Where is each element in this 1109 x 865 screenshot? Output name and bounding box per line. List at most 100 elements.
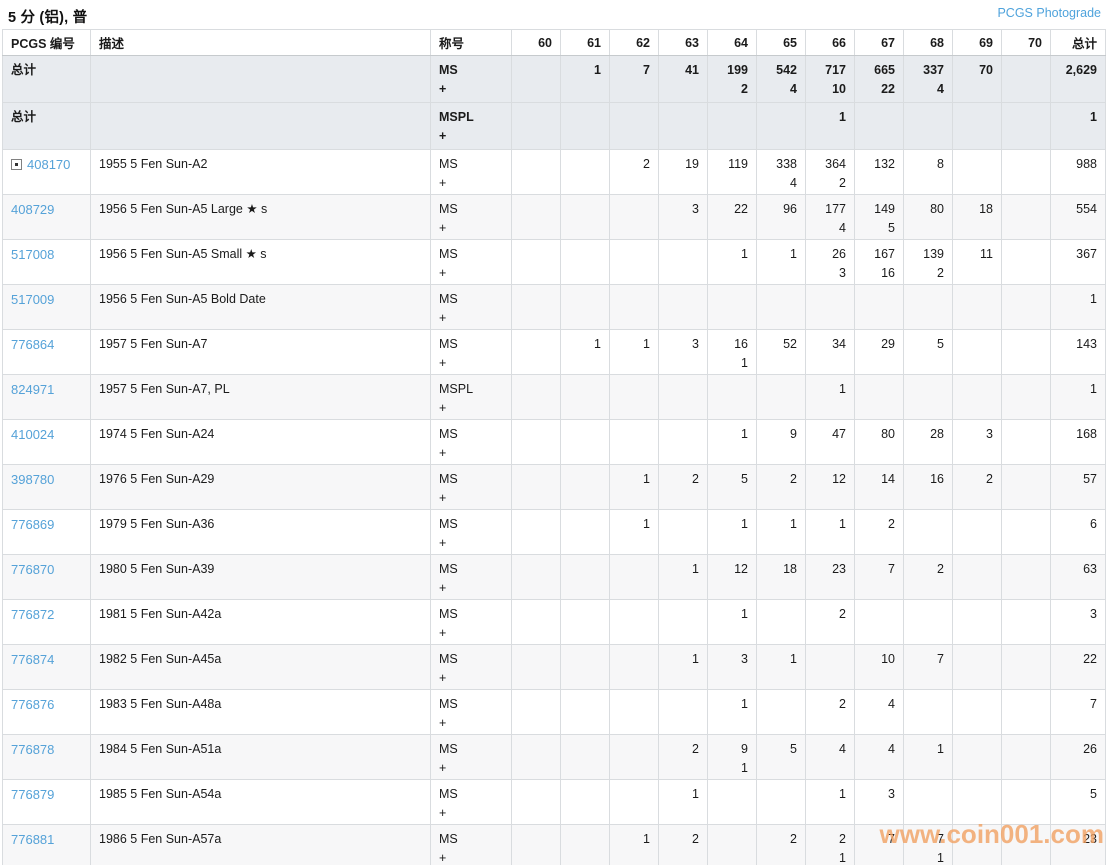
grade-cell-68: 16 — [904, 465, 953, 510]
grade-plus-count: 2 — [716, 80, 748, 99]
column-header-total: 总计 — [1051, 30, 1106, 56]
grade-cell-67: 16716 — [855, 240, 904, 285]
description-cell: 1957 5 Fen Sun-A7, PL — [91, 375, 431, 420]
pcgs-number-cell: 410024 — [3, 420, 91, 465]
designation-cell: MS+ — [431, 600, 512, 645]
description-cell: 1979 5 Fen Sun-A36 — [91, 510, 431, 555]
description-cell: 1955 5 Fen Sun-A2 — [91, 150, 431, 195]
grade-cell-67: 29 — [855, 330, 904, 375]
summary-row: 总计MSPL+11 — [3, 103, 1106, 150]
grade-plus-count: 22 — [863, 80, 895, 99]
pcgs-number-cell: 776864 — [3, 330, 91, 375]
grade-cell-65: 5424 — [757, 56, 806, 103]
table-header-row: PCGS 编号描述称号6061626364656667686970总计 — [3, 30, 1106, 56]
grade-cell-62 — [610, 285, 659, 330]
grade-cell-68: 28 — [904, 420, 953, 465]
pcgs-number-link[interactable]: 410024 — [11, 427, 54, 442]
grade-cell-63 — [659, 375, 708, 420]
grade-cell-65 — [757, 600, 806, 645]
grade-cell-70 — [1002, 420, 1051, 465]
grade-cell-64 — [708, 103, 757, 150]
grade-cell-70 — [1002, 150, 1051, 195]
grade-cell-68: 1 — [904, 735, 953, 780]
pcgs-number-link[interactable]: 776878 — [11, 742, 54, 757]
grade-cell-68 — [904, 600, 953, 645]
grade-cell-61: 1 — [561, 56, 610, 103]
pcgs-number-link[interactable]: 517008 — [11, 247, 54, 262]
description-cell — [91, 56, 431, 103]
pcgs-number-link[interactable]: 517009 — [11, 292, 54, 307]
grade-cell-66: 71710 — [806, 56, 855, 103]
grade-cell-68 — [904, 285, 953, 330]
grade-plus-count: 1 — [912, 849, 944, 865]
grade-cell-63: 1 — [659, 555, 708, 600]
grade-cell-70 — [1002, 465, 1051, 510]
grade-cell-62 — [610, 735, 659, 780]
description-cell: 1956 5 Fen Sun-A5 Bold Date — [91, 285, 431, 330]
description-cell — [91, 103, 431, 150]
grade-cell-62: 1 — [610, 510, 659, 555]
grade-plus-count: 10 — [814, 80, 846, 99]
grade-cell-67: 10 — [855, 645, 904, 690]
designation-cell: MS+ — [431, 420, 512, 465]
grade-cell-65: 18 — [757, 555, 806, 600]
description-cell: 1985 5 Fen Sun-A54a — [91, 780, 431, 825]
total-cell: 63 — [1051, 555, 1106, 600]
pcgs-number-link[interactable]: 824971 — [11, 382, 54, 397]
description-cell: 1986 5 Fen Sun-A57a — [91, 825, 431, 865]
grade-cell-65 — [757, 103, 806, 150]
grade-cell-67: 80 — [855, 420, 904, 465]
page-title: 5 分 (铝), 普 — [8, 6, 87, 27]
grade-cell-69 — [953, 150, 1002, 195]
grade-cell-63 — [659, 240, 708, 285]
designation-cell: MS+ — [431, 690, 512, 735]
grade-cell-60 — [512, 285, 561, 330]
pcgs-number-cell: 776872 — [3, 600, 91, 645]
pcgs-number-link[interactable]: 776881 — [11, 832, 54, 847]
grade-cell-61 — [561, 375, 610, 420]
grade-cell-69 — [953, 645, 1002, 690]
pcgs-number-link[interactable]: 776870 — [11, 562, 54, 577]
grade-cell-66: 47 — [806, 420, 855, 465]
grade-cell-66: 12 — [806, 465, 855, 510]
pcgs-number-link[interactable]: 776872 — [11, 607, 54, 622]
pcgs-number-cell: 776876 — [3, 690, 91, 735]
pcgs-number-link[interactable]: 408729 — [11, 202, 54, 217]
column-header-65: 65 — [757, 30, 806, 56]
pcgs-number-link[interactable]: 776869 — [11, 517, 54, 532]
table-row: 7768741982 5 Fen Sun-A45aMS+13110722 — [3, 645, 1106, 690]
grade-cell-65: 3384 — [757, 150, 806, 195]
designation-cell: MSPL+ — [431, 103, 512, 150]
pcgs-number-cell: 776869 — [3, 510, 91, 555]
grade-plus-count: 4 — [912, 80, 944, 99]
pcgs-photograde-link[interactable]: PCGS Photograde — [997, 6, 1101, 20]
grade-cell-70 — [1002, 103, 1051, 150]
total-cell: 7 — [1051, 690, 1106, 735]
pcgs-number-link[interactable]: 776874 — [11, 652, 54, 667]
grade-cell-63: 1 — [659, 645, 708, 690]
grade-cell-60 — [512, 465, 561, 510]
pcgs-number-link[interactable]: 776876 — [11, 697, 54, 712]
grade-cell-64: 1 — [708, 510, 757, 555]
grade-cell-69 — [953, 735, 1002, 780]
grade-cell-67: 4 — [855, 690, 904, 735]
grade-cell-60 — [512, 825, 561, 865]
grade-cell-62 — [610, 780, 659, 825]
pcgs-number-link[interactable]: 776864 — [11, 337, 54, 352]
grade-cell-65 — [757, 690, 806, 735]
grade-cell-70 — [1002, 240, 1051, 285]
description-cell: 1984 5 Fen Sun-A51a — [91, 735, 431, 780]
grade-cell-68: 2 — [904, 555, 953, 600]
pcgs-number-link[interactable]: 776879 — [11, 787, 54, 802]
pcgs-number-link[interactable]: 398780 — [11, 472, 54, 487]
description-cell: 1974 5 Fen Sun-A24 — [91, 420, 431, 465]
grade-cell-65 — [757, 780, 806, 825]
grade-cell-62 — [610, 690, 659, 735]
table-row: 3987801976 5 Fen Sun-A29MS+1252121416257 — [3, 465, 1106, 510]
pcgs-number-link[interactable]: 408170 — [27, 157, 70, 172]
grade-cell-65: 5 — [757, 735, 806, 780]
grade-cell-70 — [1002, 510, 1051, 555]
grade-cell-61 — [561, 645, 610, 690]
total-cell: 2,629 — [1051, 56, 1106, 103]
expand-icon[interactable] — [11, 159, 22, 170]
